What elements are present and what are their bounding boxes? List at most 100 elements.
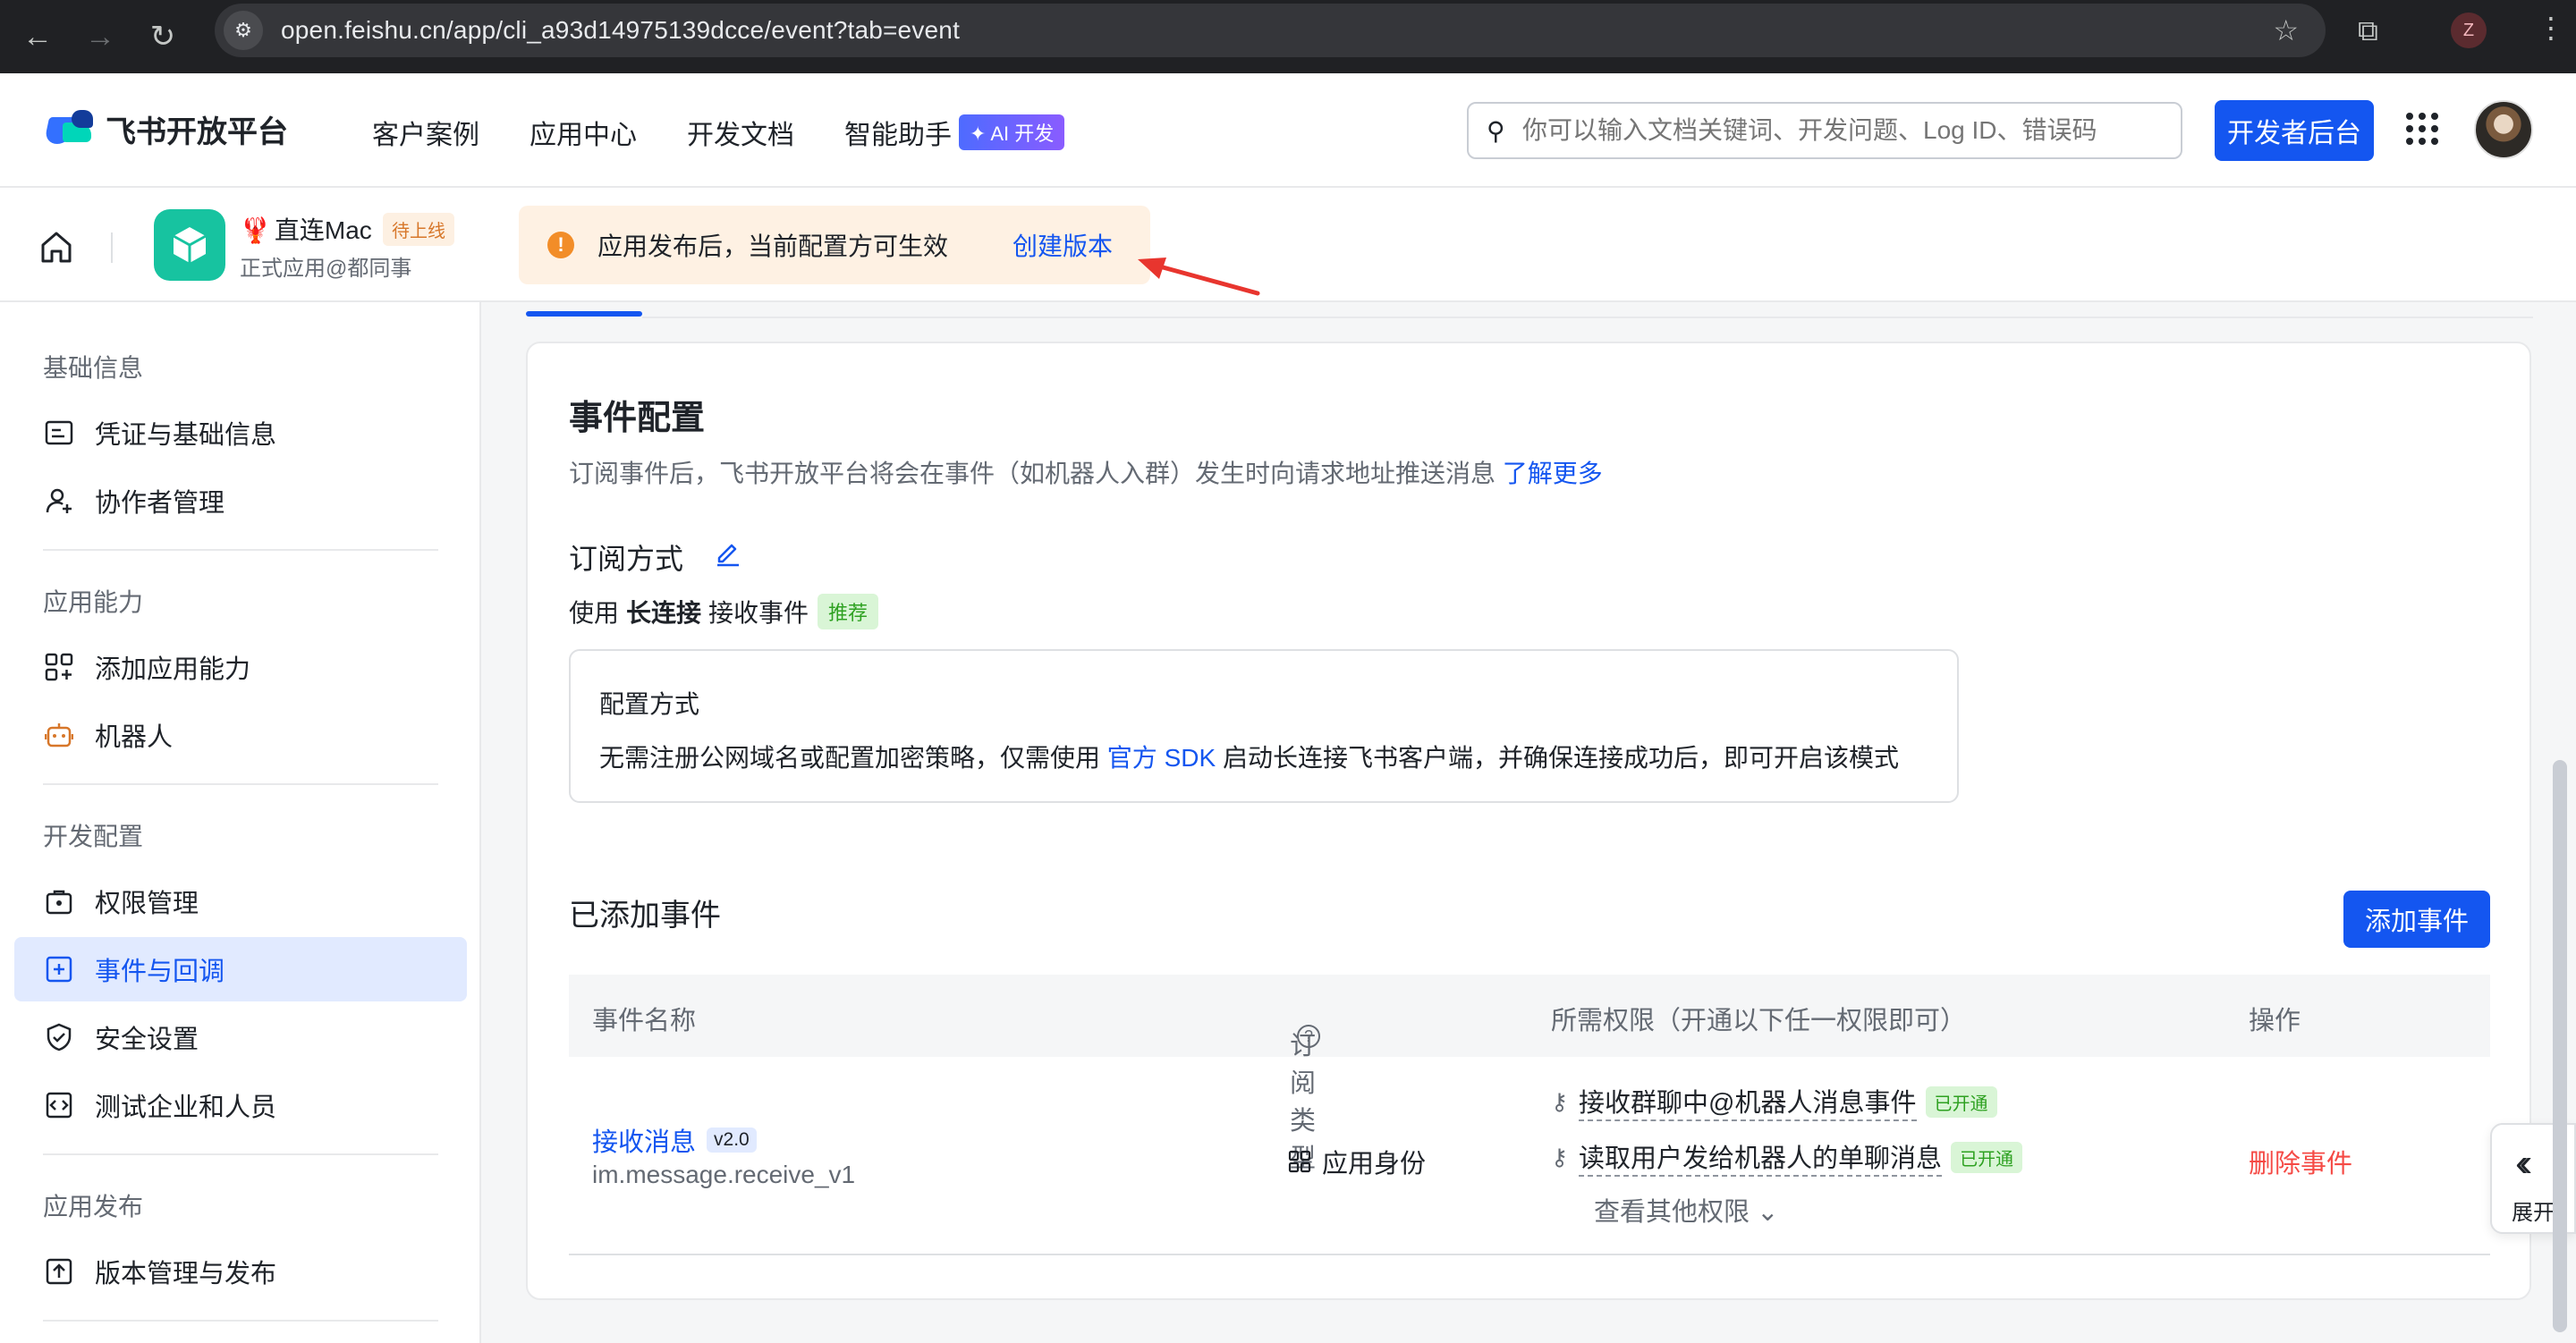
key-icon: ⚷ <box>1551 1143 1569 1170</box>
events-table-header: 事件名称 订阅类型? 所需权限（开通以下任一权限即可） 操作 <box>569 975 2490 1173</box>
sidebar-divider <box>43 1320 438 1322</box>
opened-badge: 已开通 <box>1951 1141 2023 1173</box>
sidebar-item-label: 协作者管理 <box>95 489 225 518</box>
app-header: 🦞 直连Mac 待上线 正式应用@都同事 ! 应用发布后，当前配置方可生效 创建版… <box>0 188 2576 302</box>
view-more-text: 查看其他权限 <box>1594 1198 1750 1227</box>
user-add-icon <box>43 485 75 517</box>
subscribe-mode-line: 使用 长连接 接收事件 推荐 <box>569 594 879 629</box>
apps-grid-icon[interactable] <box>2406 113 2438 145</box>
sidebar-item-credentials[interactable]: 凭证与基础信息 <box>14 401 467 465</box>
table-row: 接收消息 v2.0 im.message.receive_v1 应用身份 ⚷ 接收… <box>569 1057 2490 1255</box>
back-arrow-icon[interactable]: ← <box>13 12 63 62</box>
recommended-badge: 推荐 <box>818 594 879 629</box>
nav-app-center[interactable]: 应用中心 <box>530 113 637 152</box>
app-subtitle: 正式应用@都同事 <box>240 257 412 281</box>
sidebar-item-label: 安全设置 <box>95 1026 199 1054</box>
sidebar-item-test-org[interactable]: 测试企业和人员 <box>14 1073 467 1137</box>
url-text[interactable]: open.feishu.cn/app/cli_a93d14975139dcce/… <box>281 16 960 45</box>
nav-assistant[interactable]: 智能助手 ✦ AI 开发 <box>844 113 1065 152</box>
sidebar-item-versions[interactable]: 版本管理与发布 <box>14 1239 467 1304</box>
shield-icon <box>43 1021 75 1053</box>
config-method-box: 配置方式 无需注册公网域名或配置加密策略，仅需使用 官方 SDK 启动长连接飞书… <box>569 649 1959 803</box>
sidebar-item-collaborators[interactable]: 协作者管理 <box>14 469 467 533</box>
config-desc-b: 启动长连接飞书客户端，并确保连接成功后，即可开启该模式 <box>1222 744 1899 772</box>
sidebar-item-events[interactable]: 事件与回调 <box>14 937 467 1001</box>
version-badge: v2.0 <box>707 1128 757 1153</box>
reload-icon[interactable]: ↻ <box>138 12 188 62</box>
sidebar-section-capability: 应用能力 <box>43 588 144 616</box>
sidebar-item-label: 版本管理与发布 <box>95 1260 277 1288</box>
sidebar-item-bot[interactable]: 机器人 <box>14 703 467 767</box>
extensions-icon[interactable]: ⧉ <box>2358 14 2378 48</box>
learn-more-link[interactable]: 了解更多 <box>1503 460 1603 487</box>
sidebar-item-label: 凭证与基础信息 <box>95 421 277 450</box>
help-icon[interactable]: ? <box>1297 1025 1320 1048</box>
expand-label: 展开 <box>2512 1201 2555 1225</box>
feishu-logo[interactable]: 飞书开放平台 <box>43 107 288 151</box>
sidebar-section-basic: 基础信息 <box>43 354 144 382</box>
permission-item: ⚷ 读取用户发给机器人的单聊消息 已开通 <box>1551 1137 2023 1177</box>
nav-cases[interactable]: 客户案例 <box>372 113 479 152</box>
sidebar-item-security[interactable]: 安全设置 <box>14 1005 467 1069</box>
add-event-button[interactable]: 添加事件 <box>2343 891 2490 948</box>
app-cube-icon <box>154 209 225 281</box>
publish-notice-bar: ! 应用发布后，当前配置方可生效 创建版本 <box>519 206 1150 284</box>
upload-icon <box>43 1255 75 1288</box>
browser-toolbar: ← → ↻ ⚙ open.feishu.cn/app/cli_a93d14975… <box>0 0 2576 73</box>
sidebar-item-label: 事件与回调 <box>95 958 225 986</box>
sidebar-item-permissions[interactable]: 权限管理 <box>14 869 467 933</box>
add-capability-icon <box>43 651 75 683</box>
edit-icon[interactable] <box>714 538 742 567</box>
official-sdk-link[interactable]: 官方 SDK <box>1107 744 1216 772</box>
home-icon[interactable] <box>36 227 77 268</box>
status-badge: 待上线 <box>383 213 454 246</box>
browser-profile-avatar[interactable]: Z <box>2451 13 2487 48</box>
view-more-permissions[interactable]: 查看其他权限 ⌄ <box>1594 1191 1778 1229</box>
sidebar-section-dev: 开发配置 <box>43 823 144 850</box>
create-version-link[interactable]: 创建版本 <box>1013 227 1113 263</box>
mode-suffix: 接收事件 <box>708 599 809 627</box>
sidebar-item-label: 权限管理 <box>95 890 199 918</box>
col-actions: 操作 <box>2249 1007 2301 1035</box>
description-text: 订阅事件后，飞书开放平台将会在事件（如机器人入群）发生时向请求地址推送消息 <box>569 460 1496 487</box>
added-events-title: 已添加事件 <box>569 899 721 933</box>
page-scrollbar[interactable] <box>2553 760 2567 1332</box>
delete-event-button[interactable]: 删除事件 <box>2249 1143 2352 1180</box>
search-input[interactable] <box>1522 116 2166 145</box>
header-divider <box>111 232 113 263</box>
user-avatar[interactable] <box>2474 100 2533 159</box>
sidebar: 基础信息 凭证与基础信息 协作者管理 应用能力 添加应用能力 机器人 开发配置 … <box>0 302 481 1343</box>
app-name: 🦞 直连Mac <box>240 211 372 247</box>
tab-baseline <box>642 317 2533 318</box>
event-name-link[interactable]: 接收消息 v2.0 <box>592 1121 757 1159</box>
search-box[interactable]: ⚲ <box>1467 102 2182 159</box>
sidebar-item-add-capability[interactable]: 添加应用能力 <box>14 635 467 699</box>
event-code: im.message.receive_v1 <box>592 1161 856 1188</box>
lobster-icon: 🦞 <box>240 216 271 244</box>
sidebar-item-label: 测试企业和人员 <box>95 1094 277 1122</box>
config-desc-a: 无需注册公网域名或配置加密策略，仅需使用 <box>599 744 1101 772</box>
page-title: 事件配置 <box>569 400 706 437</box>
logo-text: 飞书开放平台 <box>106 115 288 149</box>
active-tab-indicator <box>526 311 642 317</box>
bookmark-star-icon[interactable]: ☆ <box>2273 13 2299 47</box>
subscribe-mode-title: 订阅方式 <box>569 543 684 575</box>
annotation-arrow-icon <box>1138 258 1260 296</box>
id-card-icon <box>43 417 75 449</box>
subscription-type-text: 应用身份 <box>1322 1150 1427 1178</box>
event-callback-icon <box>43 953 75 985</box>
permission-text[interactable]: 接收群聊中@机器人消息事件 <box>1579 1082 1917 1121</box>
robot-icon <box>43 719 75 751</box>
forward-arrow-icon[interactable]: → <box>75 12 125 62</box>
config-method-desc: 无需注册公网域名或配置加密策略，仅需使用 官方 SDK 启动长连接飞书客户端，并… <box>599 739 1899 774</box>
browser-menu-icon[interactable]: ⋮ <box>2537 11 2565 45</box>
developer-console-button[interactable]: 开发者后台 <box>2215 100 2374 161</box>
site-settings-icon[interactable]: ⚙ <box>224 11 263 50</box>
nav-docs[interactable]: 开发文档 <box>687 113 794 152</box>
mode-bold: 长连接 <box>626 599 702 627</box>
address-bar[interactable]: ⚙ open.feishu.cn/app/cli_a93d14975139dcc… <box>215 4 2326 57</box>
app-identity-icon <box>1288 1150 1311 1173</box>
nav-assistant-label: 智能助手 <box>844 121 952 150</box>
permission-text[interactable]: 读取用户发给机器人的单聊消息 <box>1579 1137 1943 1177</box>
feishu-logo-mark <box>43 109 93 149</box>
